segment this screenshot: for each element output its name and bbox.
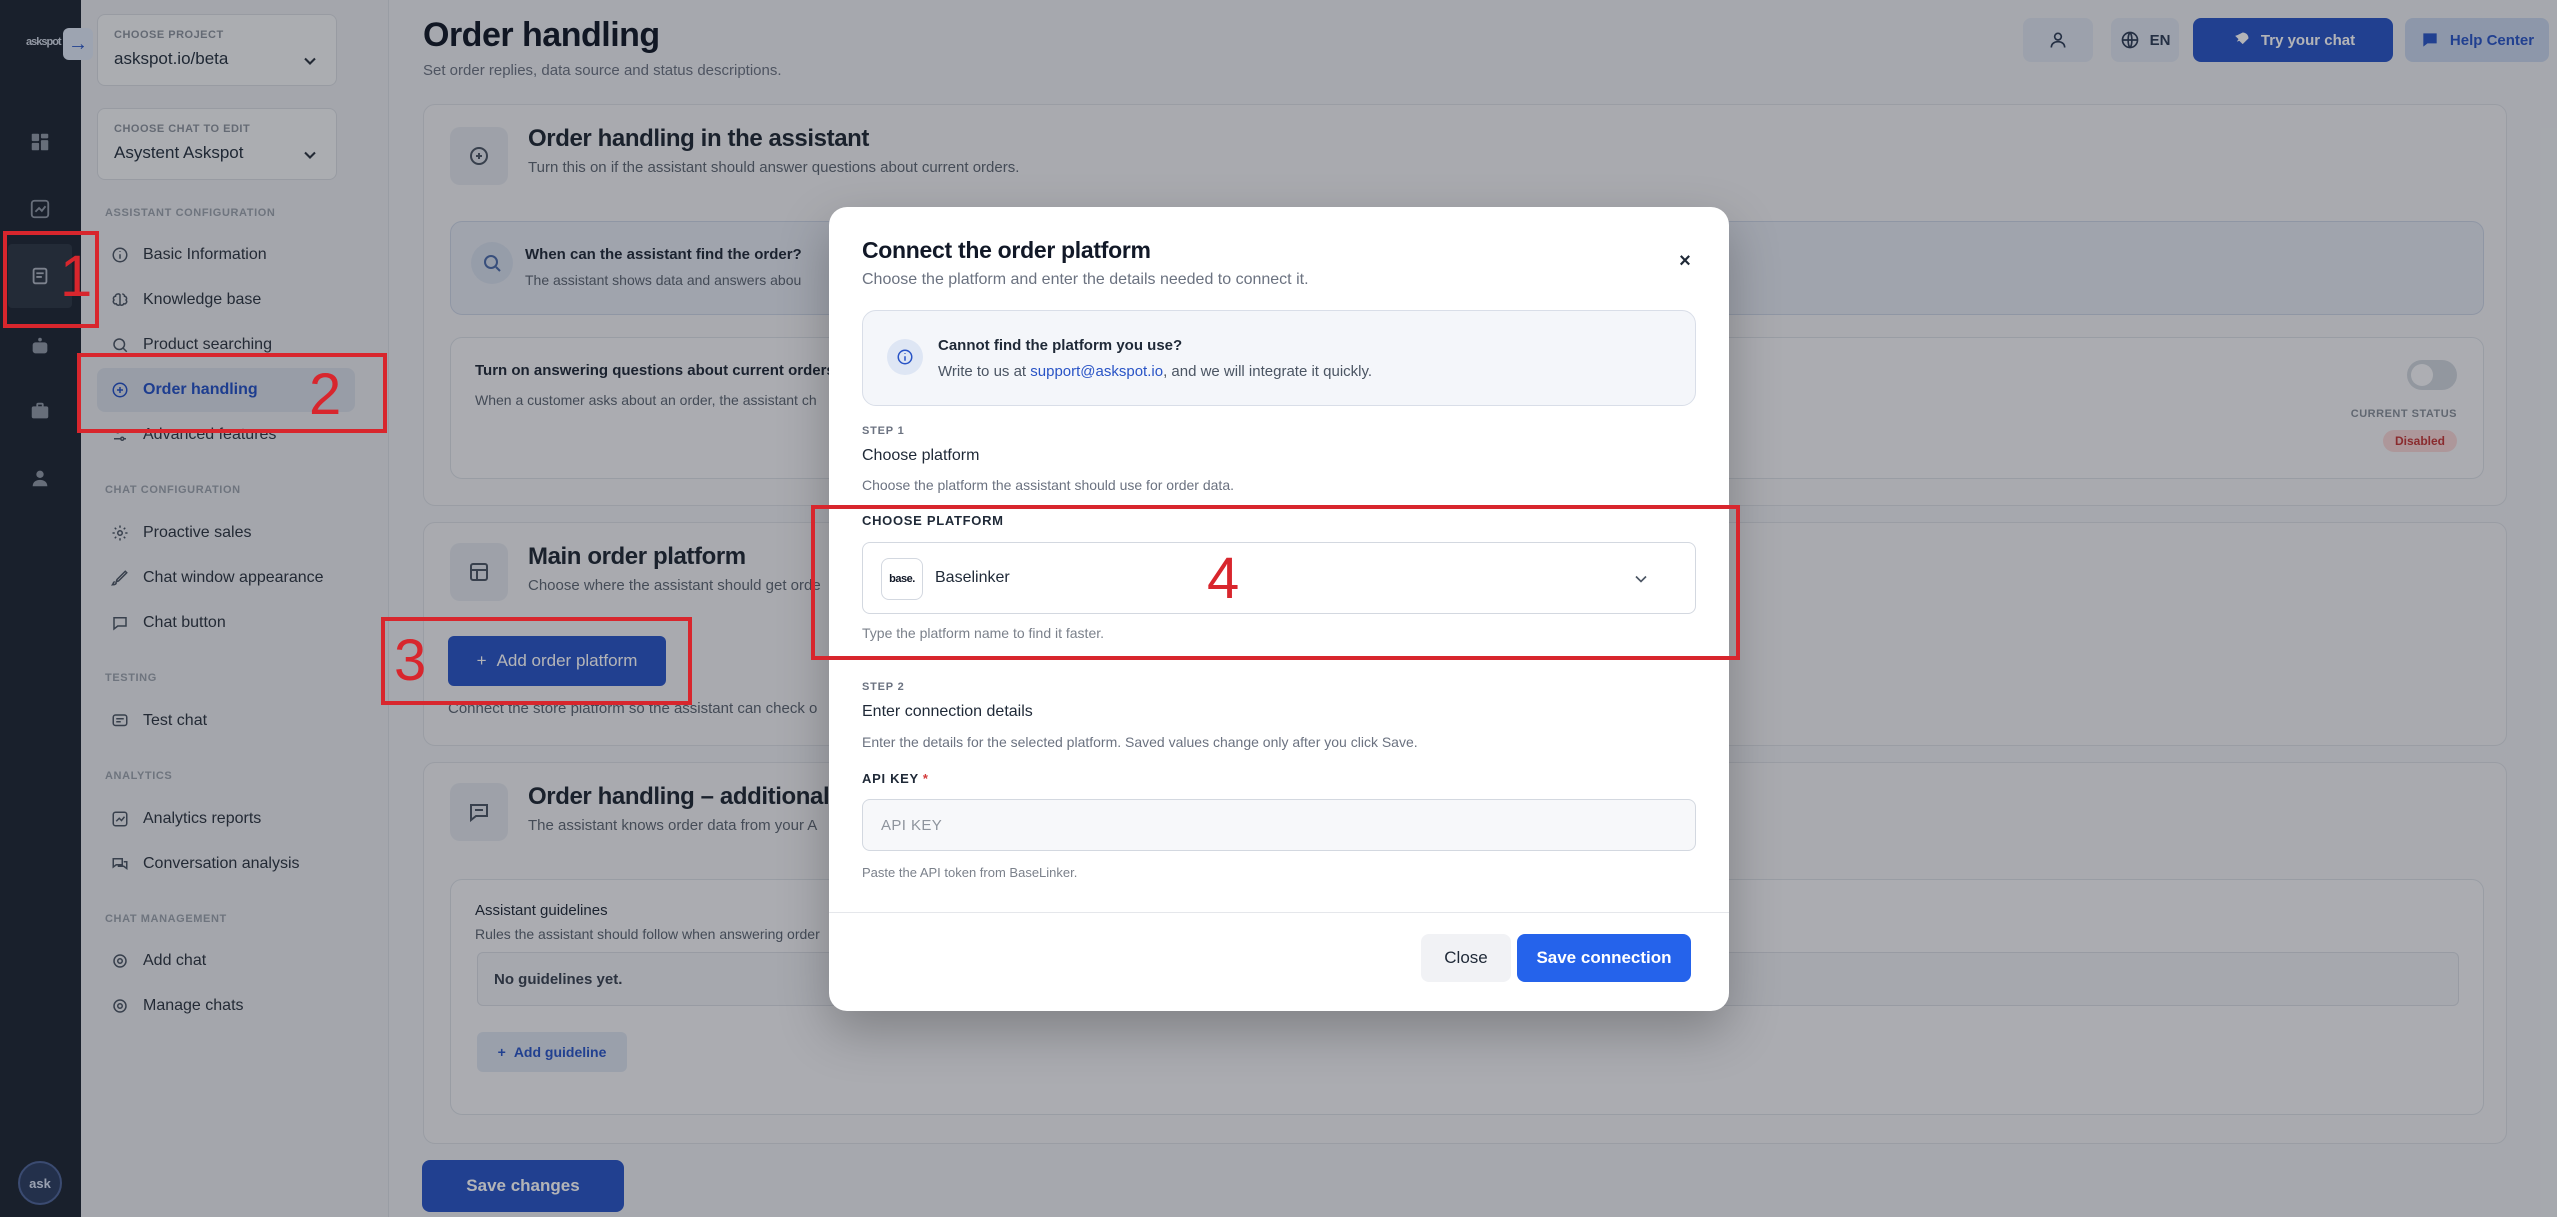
modal-footer-divider — [829, 912, 1729, 913]
step2-label: STEP 2 — [862, 681, 905, 693]
annotation-box-4 — [811, 505, 1740, 660]
step1-label: STEP 1 — [862, 425, 905, 437]
modal-subtitle: Choose the platform and enter the detail… — [862, 271, 1309, 288]
save-connection-button[interactable]: Save connection — [1517, 934, 1691, 982]
annotation-number-3: 3 — [394, 628, 427, 693]
info-text: Write to us at support@askspot.io, and w… — [938, 363, 1372, 380]
api-key-hint: Paste the API token from BaseLinker. — [862, 865, 1078, 880]
platform-info-box: Cannot find the platform you use? Write … — [862, 310, 1696, 406]
api-key-label: API KEY * — [862, 771, 929, 786]
step2-description: Enter the details for the selected platf… — [862, 734, 1418, 750]
annotation-number-2: 2 — [309, 362, 342, 427]
support-email-link[interactable]: support@askspot.io — [1030, 363, 1163, 380]
annotation-box-3 — [381, 617, 692, 705]
info-icon — [887, 339, 923, 375]
api-key-label-text: API KEY — [862, 771, 919, 786]
info-title: Cannot find the platform you use? — [938, 337, 1183, 354]
modal-title: Connect the order platform — [862, 237, 1151, 263]
close-icon[interactable]: × — [1675, 250, 1695, 272]
step1-heading: Choose platform — [862, 447, 980, 464]
info-suffix: , and we will integrate it quickly. — [1163, 363, 1373, 380]
required-marker: * — [922, 771, 929, 786]
annotation-number-4: 4 — [1207, 546, 1240, 611]
info-prefix: Write to us at — [938, 363, 1031, 380]
annotation-number-1: 1 — [60, 244, 93, 309]
step1-description: Choose the platform the assistant should… — [862, 477, 1234, 493]
step2-heading: Enter connection details — [862, 703, 1033, 720]
close-button[interactable]: Close — [1421, 934, 1511, 982]
api-key-input[interactable] — [862, 799, 1696, 851]
